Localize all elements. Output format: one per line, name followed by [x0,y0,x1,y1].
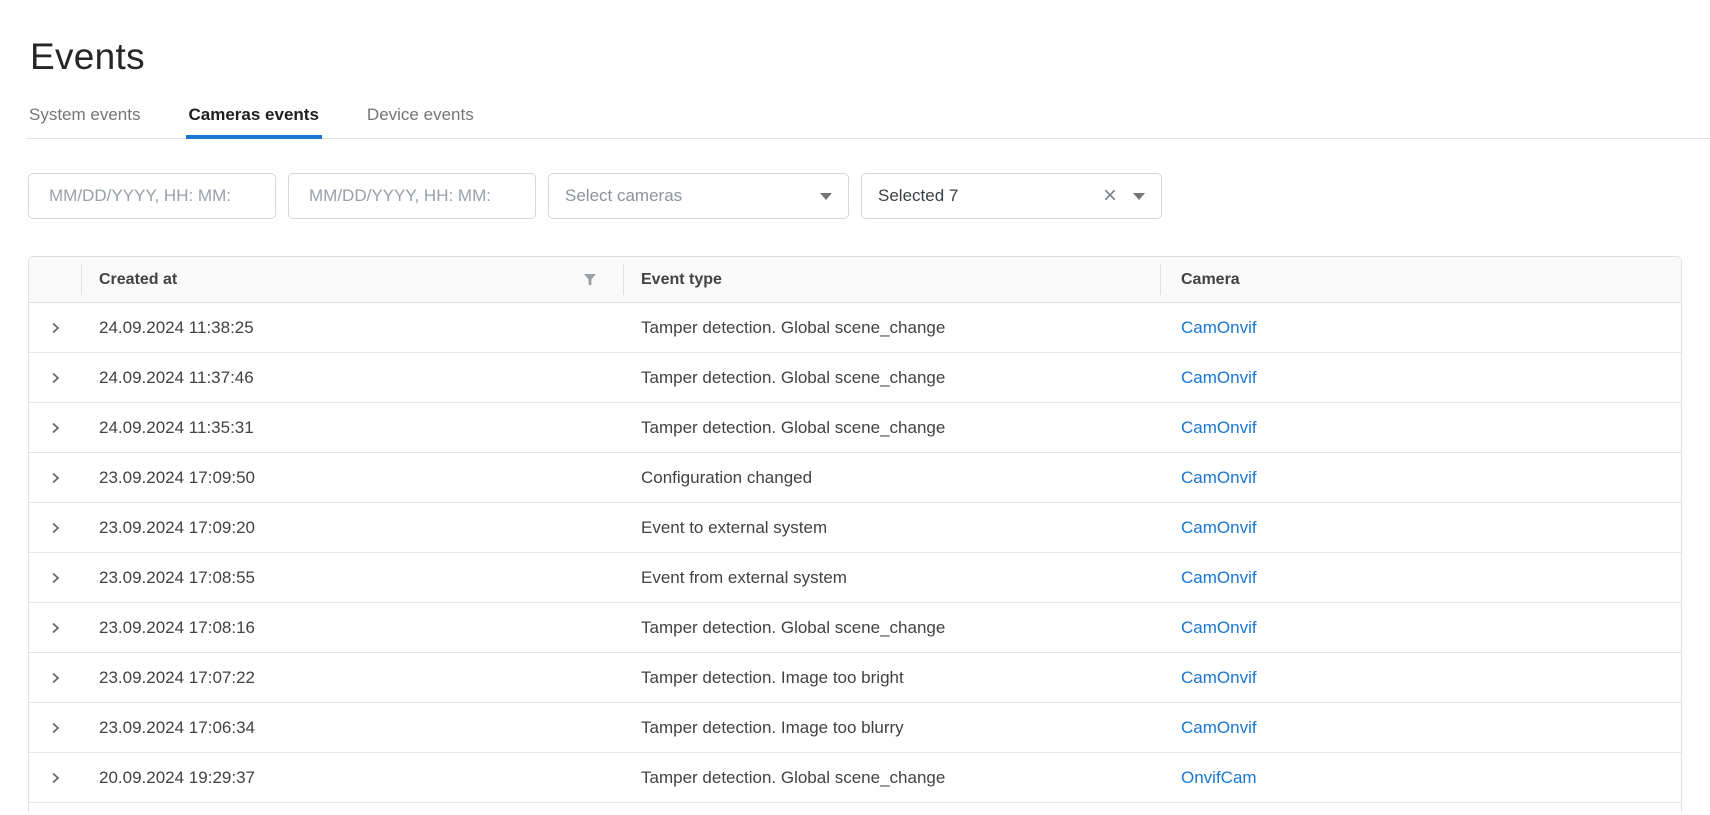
date-to-input[interactable] [288,173,536,219]
created-at-cell: 24.09.2024 11:37:46 [81,368,623,388]
created-at-cell: 23.09.2024 17:09:50 [81,468,623,488]
expand-row-button[interactable] [45,418,65,438]
event-type-cell: Tamper detection. Global scene_change [623,318,1160,338]
created-at-header-label: Created at [99,271,177,289]
chevron-down-icon [1133,193,1145,200]
created-at-cell: 23.09.2024 17:09:20 [81,518,623,538]
tab-cameras-events[interactable]: Cameras events [186,105,322,138]
event-type-column-header: Event type [623,257,1160,302]
camera-link[interactable]: CamOnvif [1181,368,1257,387]
expand-row-button[interactable] [45,518,65,538]
expand-row-button[interactable] [45,768,65,788]
created-at-cell: 23.09.2024 17:08:55 [81,568,623,588]
expand-row-button[interactable] [45,668,65,688]
created-at-cell: 24.09.2024 11:38:25 [81,318,623,338]
page-title: Events [30,36,1710,78]
filter-bar: Select cameras Selected 7 × [28,173,1710,219]
tab-system-events[interactable]: System events [26,105,144,138]
table-row: 23.09.2024 17:07:22 Tamper detection. Im… [29,653,1681,703]
tab-bar: System events Cameras events Device even… [26,105,1710,139]
chevron-down-icon [820,193,832,200]
chevron-right-icon [47,320,63,336]
table-row: 23.09.2024 17:08:55 Event from external … [29,553,1681,603]
tab-device-events[interactable]: Device events [364,105,477,138]
expand-row-button[interactable] [45,568,65,588]
chevron-right-icon [47,670,63,686]
created-at-cell: 24.09.2024 11:35:31 [81,418,623,438]
camera-link[interactable]: CamOnvif [1181,418,1257,437]
table-row: 20.09.2024 19:29:37 Tamper detection. Gl… [29,753,1681,803]
filter-funnel-icon[interactable] [583,273,597,286]
chevron-right-icon [47,620,63,636]
camera-link[interactable]: CamOnvif [1181,568,1257,587]
select-cameras-placeholder: Select cameras [565,186,682,206]
camera-link[interactable]: CamOnvif [1181,468,1257,487]
created-at-cell: 23.09.2024 17:08:16 [81,618,623,638]
date-from-input[interactable] [28,173,276,219]
event-type-header-label: Event type [641,271,722,289]
event-type-cell: Tamper detection. Global scene_change [623,618,1160,638]
camera-link[interactable]: CamOnvif [1181,718,1257,737]
chevron-right-icon [47,720,63,736]
table-header-row: Created at Event type Camera [29,257,1681,303]
camera-column-header: Camera [1160,257,1681,302]
table-row: 24.09.2024 11:38:25 Tamper detection. Gl… [29,303,1681,353]
created-at-cell: 20.09.2024 19:29:37 [81,768,623,788]
clear-icon[interactable]: × [1103,186,1117,206]
select-cameras-dropdown[interactable]: Select cameras [548,173,849,219]
created-at-column-header: Created at [81,257,623,302]
camera-header-label: Camera [1181,271,1240,289]
expand-row-button[interactable] [45,468,65,488]
events-table: Created at Event type Camera 24.09.2024 … [28,256,1682,812]
camera-link[interactable]: OnvifCam [1181,768,1257,787]
selected-cameras-value: Selected 7 [878,186,958,206]
table-row: 23.09.2024 17:06:34 Tamper detection. Im… [29,703,1681,753]
camera-link[interactable]: CamOnvif [1181,668,1257,687]
chevron-right-icon [47,570,63,586]
camera-link[interactable]: CamOnvif [1181,518,1257,537]
selected-cameras-dropdown[interactable]: Selected 7 × [861,173,1162,219]
event-type-cell: Event from external system [623,568,1160,588]
table-row: 24.09.2024 11:35:31 Tamper detection. Gl… [29,403,1681,453]
chevron-right-icon [47,420,63,436]
expander-column-header [29,257,81,302]
created-at-cell: 23.09.2024 17:07:22 [81,668,623,688]
event-type-cell: Event to external system [623,518,1160,538]
chevron-right-icon [47,470,63,486]
camera-link[interactable]: CamOnvif [1181,618,1257,637]
expand-row-button[interactable] [45,618,65,638]
expand-row-button[interactable] [45,368,65,388]
event-type-cell: Tamper detection. Global scene_change [623,768,1160,788]
table-row: 24.09.2024 11:37:46 Tamper detection. Gl… [29,353,1681,403]
table-row: 23.09.2024 17:09:20 Event to external sy… [29,503,1681,553]
event-type-cell: Tamper detection. Image too blurry [623,718,1160,738]
table-row: 23.09.2024 17:09:50 Configuration change… [29,453,1681,503]
created-at-cell: 23.09.2024 17:06:34 [81,718,623,738]
chevron-right-icon [47,770,63,786]
expand-row-button[interactable] [45,318,65,338]
event-type-cell: Tamper detection. Image too bright [623,668,1160,688]
table-row: 23.09.2024 17:08:16 Tamper detection. Gl… [29,603,1681,653]
expand-row-button[interactable] [45,718,65,738]
event-type-cell: Configuration changed [623,468,1160,488]
event-type-cell: Tamper detection. Global scene_change [623,418,1160,438]
chevron-right-icon [47,520,63,536]
camera-link[interactable]: CamOnvif [1181,318,1257,337]
event-type-cell: Tamper detection. Global scene_change [623,368,1160,388]
chevron-right-icon [47,370,63,386]
